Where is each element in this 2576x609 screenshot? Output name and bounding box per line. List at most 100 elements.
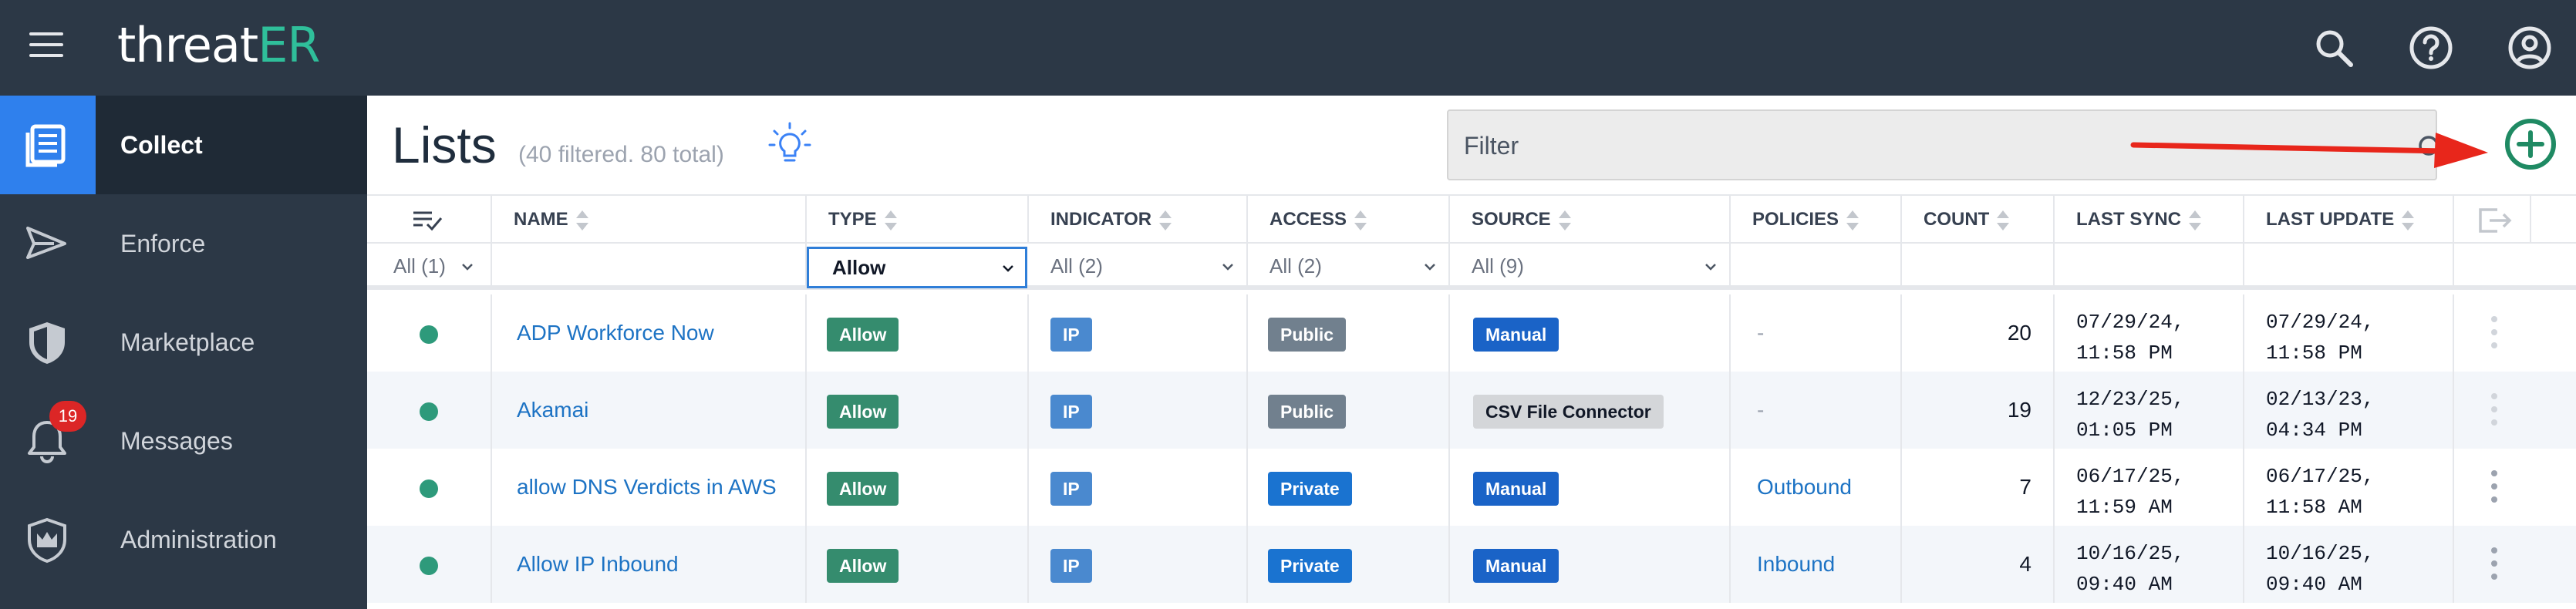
column-header-policies[interactable]: POLICIES [1731, 196, 1902, 244]
chevron-down-icon [1003, 265, 1013, 272]
update-time: 11:58 AM [2266, 496, 2362, 519]
access-filter-value: All (2) [1269, 254, 1322, 278]
last-update-cell: 02/13/23, 04:34 PM [2244, 372, 2454, 449]
export-icon [2479, 207, 2512, 233]
column-chooser[interactable] [367, 196, 492, 244]
shield-icon [29, 322, 65, 364]
last-update-value: 07/29/24, 11:58 PM [2266, 307, 2374, 368]
chevron-down-icon [1705, 264, 1716, 271]
logo: threatER [117, 17, 320, 73]
help-icon[interactable] [2406, 23, 2456, 72]
update-date: 02/13/23, [2266, 388, 2375, 411]
source-tag: Manual [1473, 472, 1559, 506]
sidebar-item-messages[interactable]: 19 Messages [0, 392, 367, 490]
search-icon[interactable] [2309, 23, 2359, 72]
last-sync-cell: 12/23/25, 01:05 PM [2055, 372, 2244, 449]
last-update-value: 02/13/23, 04:34 PM [2266, 384, 2374, 446]
list-name-link[interactable]: Akamai [517, 372, 588, 449]
column-label: INDICATOR [1050, 209, 1152, 230]
hamburger-icon[interactable] [29, 32, 63, 60]
status-filter-value: All (1) [393, 254, 446, 278]
sync-date: 12/23/25, [2076, 388, 2185, 411]
chevron-down-icon [1425, 264, 1435, 271]
name-filter-empty [492, 244, 807, 288]
table-row[interactable]: allow DNS Verdicts in AWS Allow IP Priva… [367, 449, 2576, 526]
status-filter[interactable]: All (1) [367, 244, 492, 288]
column-header-source[interactable]: SOURCE [1450, 196, 1731, 244]
policies-link[interactable]: Outbound [1757, 449, 1852, 526]
sidebar-item-marketplace[interactable]: Marketplace [0, 293, 367, 392]
table-row[interactable]: Allow IP Inbound Allow IP Private Manual… [367, 526, 2576, 603]
last-sync-cell: 07/29/24, 11:58 PM [2055, 294, 2244, 372]
update-time: 04:34 PM [2266, 419, 2362, 442]
list-name-link[interactable]: Allow IP Inbound [517, 526, 679, 603]
type-tag: Allow [827, 318, 899, 352]
document-list-icon [25, 124, 66, 167]
last-update-value: 06/17/25, 11:58 AM [2266, 461, 2374, 523]
access-filter[interactable]: All (2) [1248, 244, 1450, 288]
sync-time: 09:40 AM [2076, 573, 2173, 596]
update-time: 11:58 PM [2266, 342, 2362, 365]
indicator-tag: IP [1050, 472, 1092, 506]
column-header-type[interactable]: TYPE [807, 196, 1029, 244]
source-tag: CSV File Connector [1473, 395, 1664, 429]
last-sync-cell: 10/16/25, 09:40 AM [2055, 526, 2244, 603]
indicator-cell: IP [1029, 449, 1248, 526]
table-row[interactable]: ADP Workforce Now Allow IP Public Manual… [367, 294, 2576, 372]
last-update-cell: 10/16/25, 09:40 AM [2244, 526, 2454, 603]
access-cell: Private [1248, 449, 1450, 526]
lightbulb-icon[interactable] [768, 122, 811, 168]
count-value: 7 [2019, 475, 2031, 499]
sort-icon [575, 210, 588, 230]
row-menu-icon[interactable] [2490, 393, 2499, 429]
last-sync-cell: 06/17/25, 11:59 AM [2055, 449, 2244, 526]
column-header-last-sync[interactable]: LAST SYNC [2055, 196, 2244, 244]
column-label: SOURCE [1472, 209, 1551, 230]
last-sync-filter-empty [2055, 244, 2244, 288]
sidebar-item-enforce[interactable]: Enforce [0, 194, 367, 293]
list-name-link[interactable]: allow DNS Verdicts in AWS [517, 449, 777, 526]
policies-link[interactable]: Inbound [1757, 526, 1835, 603]
list-count-summary: (40 filtered. 80 total) [518, 142, 724, 167]
access-tag: Public [1268, 318, 1347, 352]
export-column[interactable] [2454, 196, 2531, 244]
column-header-last-update[interactable]: LAST UPDATE [2244, 196, 2454, 244]
sidebar-item-collect[interactable]: Collect [0, 96, 367, 194]
column-header-indicator[interactable]: INDICATOR [1029, 196, 1248, 244]
last-sync-value: 10/16/25, 09:40 AM [2076, 538, 2184, 600]
user-icon[interactable] [2505, 23, 2554, 72]
status-cell [367, 449, 492, 526]
row-menu-icon[interactable] [2490, 470, 2499, 506]
status-dot [420, 325, 438, 344]
sort-icon [1354, 210, 1367, 230]
indicator-filter[interactable]: All (2) [1029, 244, 1248, 288]
sort-icon [1997, 210, 2010, 230]
row-menu-icon[interactable] [2490, 316, 2499, 352]
type-tag: Allow [827, 395, 899, 429]
type-filter[interactable]: Allow [807, 247, 1027, 288]
add-list-button[interactable] [2504, 117, 2557, 171]
update-time: 09:40 AM [2266, 573, 2362, 596]
column-header-access[interactable]: ACCESS [1248, 196, 1450, 244]
source-cell: Manual [1450, 294, 1731, 372]
source-filter[interactable]: All (9) [1450, 244, 1731, 288]
column-header-name[interactable]: NAME [492, 196, 807, 244]
column-label: COUNT [1924, 209, 1990, 230]
count-value: 19 [2007, 398, 2031, 422]
access-cell: Private [1248, 526, 1450, 603]
list-name-link[interactable]: ADP Workforce Now [517, 294, 714, 372]
type-cell: Allow [807, 294, 1029, 372]
column-header-count[interactable]: COUNT [1902, 196, 2055, 244]
count-filter-empty [1902, 244, 2055, 288]
sync-time: 11:58 PM [2076, 342, 2173, 365]
sidebar-item-administration[interactable]: Administration [0, 490, 367, 589]
status-cell [367, 372, 492, 449]
sidebar: Collect Enforce Marketplace 19 Messages … [0, 96, 367, 609]
indicator-tag: IP [1050, 395, 1092, 429]
type-cell: Allow [807, 449, 1029, 526]
row-menu-icon[interactable] [2490, 547, 2499, 583]
access-tag: Public [1268, 395, 1347, 429]
sort-icon [2189, 210, 2202, 230]
table-row[interactable]: Akamai Allow IP Public CSV File Connecto… [367, 372, 2576, 449]
indicator-filter-value: All (2) [1050, 254, 1103, 278]
